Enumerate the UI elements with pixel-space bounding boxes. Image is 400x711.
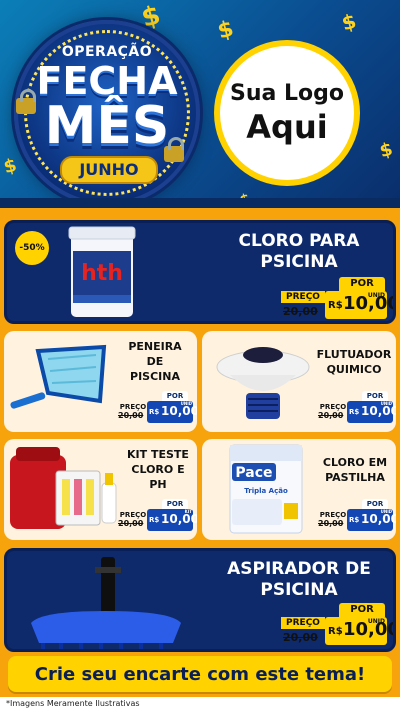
pack-brand: Pace [235,465,272,481]
chlorine-pack-image: Pace Tripla Ação [229,444,303,534]
price-box: R$ 10,00 UNID [347,401,396,423]
product-name: ASPIRADOR DE PSICINA [207,559,391,601]
dollar-icon: $ [377,138,396,163]
product-card-pastilha[interactable]: Pace Tripla Ação CLORO EM PASTILHA PREÇO… [202,439,396,540]
price-value: 10,00 [361,404,396,418]
product-name-line-3: PISCINA [130,370,180,383]
price-value: 10,00 [361,512,396,526]
price-unit: KIT [184,509,192,514]
price-unit: UNID [380,509,392,514]
emblem-line-1: OPERAÇÃO [61,44,153,60]
price-currency: R$ [328,626,343,637]
cta-banner[interactable]: Crie seu encarte com este tema! [8,656,392,692]
product-name-line-2: CLORO E [131,463,185,476]
price-unit: UNID [380,401,392,406]
product-name: FLUTUADOR QUIMICO [314,347,394,377]
chlorine-bucket-image: hth [68,226,136,317]
old-price-label: PREÇO [319,403,347,411]
dollar-icon: $ [339,8,359,36]
old-price-label: PREÇO [319,511,347,519]
hero-banner: $ $ $ $ $ $ OPERAÇÃO FECHA MÊS JUNHO Sua… [0,0,400,208]
logo-placeholder[interactable]: Sua Logo Aqui [214,40,360,186]
por-label: POR [362,499,388,509]
old-price: 20,00 [283,305,318,318]
price-box: R$ 10,00 KIT [147,509,197,531]
dollar-icon: $ [238,191,252,208]
por-label: POR [162,499,188,509]
pool-vacuum-image [31,557,181,649]
product-name-line-3: PH [149,478,167,491]
por-label: POR [362,391,388,401]
product-name: PENEIRA DE PISCINA [116,339,194,384]
old-price: 20,00 [118,411,144,420]
chemical-floater-image [216,347,310,419]
product-name-line-2: DE [146,355,164,368]
price-value: 10,00 [161,404,197,418]
emblem-line-2: FECHA [36,59,178,103]
product-card-flutuador[interactable]: FLUTUADOR QUIMICO PREÇO 20,00 POR R$ 10,… [202,331,396,432]
padlock-icon [164,137,184,162]
product-name: CLORO PARA PSICINA [207,231,391,273]
campaign-emblem: OPERAÇÃO FECHA MÊS JUNHO [14,20,200,206]
price-box: R$ 10,00 UNID [147,401,197,423]
discount-badge: -50% [15,231,49,265]
pack-sub: Tripla Ação [244,487,288,495]
product-name-line-2: PSICINA [260,252,338,272]
old-price: 20,00 [118,519,144,528]
price-unit: UNID [180,401,192,406]
price-box: R$ 10,00 UNID [347,509,396,531]
dollar-icon: $ [1,154,20,179]
price-unit: UNID [367,618,385,625]
por-label: POR [339,603,385,617]
product-name-line-1: PENEIRA [128,340,182,353]
price-currency: R$ [349,516,360,524]
product-name-line-1: ASPIRADOR DE [227,559,371,579]
old-price: 20,00 [318,519,344,528]
product-name-line-2: PASTILHA [325,471,385,484]
old-price-label: PREÇO [281,291,325,303]
product-name-line-2: PSICINA [260,580,338,600]
logo-text-line-2: Aqui [246,108,328,146]
product-name-line-1: FLUTUADOR [316,348,392,361]
old-price-label: PREÇO [119,511,147,519]
test-kit-image [10,447,117,529]
price-box: R$ 10,00 UNID [325,617,393,645]
product-name: CLORO EM PASTILHA [316,455,394,485]
product-name-line-1: CLORO EM [322,456,388,469]
price-unit: UNID [367,292,385,299]
dollar-icon: $ [215,16,237,45]
product-card-kit-teste[interactable]: KIT TESTE CLORO E PH PREÇO 20,00 POR R$ … [4,439,197,540]
price-currency: R$ [149,516,160,524]
product-name-line-1: CLORO PARA [238,231,360,251]
old-price: 20,00 [318,411,344,420]
product-card-aspirador[interactable]: ASPIRADOR DE PSICINA PREÇO 20,00 POR R$ … [4,548,396,652]
footnote: *Imagens Meramente Ilustrativas [0,697,400,711]
product-card-peneira[interactable]: PENEIRA DE PISCINA PREÇO 20,00 POR R$ 10… [4,331,197,432]
price-box: R$ 10,00 UNID [325,291,393,319]
price-currency: R$ [349,408,360,416]
old-price-label: PREÇO [281,617,325,629]
product-card-cloro[interactable]: -50% hth CLORO PARA PSICINA PREÇO 20,00 … [4,220,396,324]
old-price-label: PREÇO [119,403,147,411]
por-label: POR [162,391,188,401]
old-price: 20,00 [283,631,318,644]
product-name: KIT TESTE CLORO E PH [120,447,196,492]
month-badge: JUNHO [60,156,158,184]
padlock-icon [16,89,36,114]
bucket-brand: hth [81,261,123,286]
product-name-line-2: QUIMICO [326,363,382,376]
pool-skimmer-image [10,344,107,409]
price-currency: R$ [328,300,343,311]
logo-text-line-1: Sua Logo [229,81,344,106]
price-currency: R$ [149,408,160,416]
price-value: 10,00 [161,512,197,526]
por-label: POR [339,277,385,291]
product-name-line-1: KIT TESTE [127,448,189,461]
